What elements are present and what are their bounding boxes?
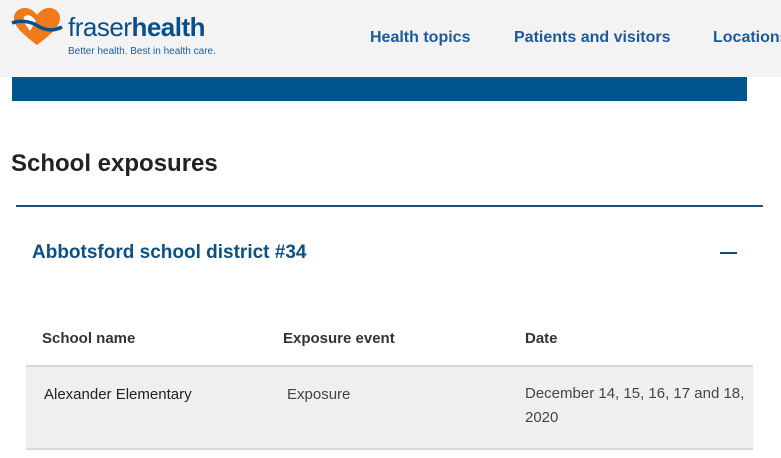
fraserhealth-logo[interactable]: fraserhealth Better health. Best in heal… [10,7,216,63]
site-header: fraserhealth Better health. Best in heal… [0,0,781,77]
accordion-title[interactable]: Abbotsford school district #34 [32,242,306,264]
cell-date: December 14, 15, 16, 17 and 18, 2020 [525,385,745,426]
exposures-table: School name Exposure event Date Alexande… [26,310,753,450]
heart-logo-icon [11,8,63,45]
page-title: School exposures [11,150,218,177]
column-header-school-name: School name [42,330,136,347]
table-row: Alexander Elementary Exposure December 1… [26,367,753,450]
nav-locations[interactable]: Locations [713,29,781,47]
logo-word-health: health [131,12,206,42]
nav-health-topics[interactable]: Health topics [370,29,470,47]
table-header: School name Exposure event Date [26,310,753,367]
logo-word-fraser: fraser [68,12,132,42]
logo-tagline: Better health. Best in health care. [68,46,216,57]
logo-wordmark: fraserhealth [68,12,206,43]
cell-school-name: Alexander Elementary [44,386,192,403]
minus-icon [720,252,737,254]
section-divider [16,205,763,207]
blue-banner [12,77,747,101]
column-header-date: Date [525,330,558,347]
cell-exposure-event: Exposure [287,386,351,403]
nav-patients-and-visitors[interactable]: Patients and visitors [514,29,671,47]
column-header-exposure-event: Exposure event [283,330,395,347]
